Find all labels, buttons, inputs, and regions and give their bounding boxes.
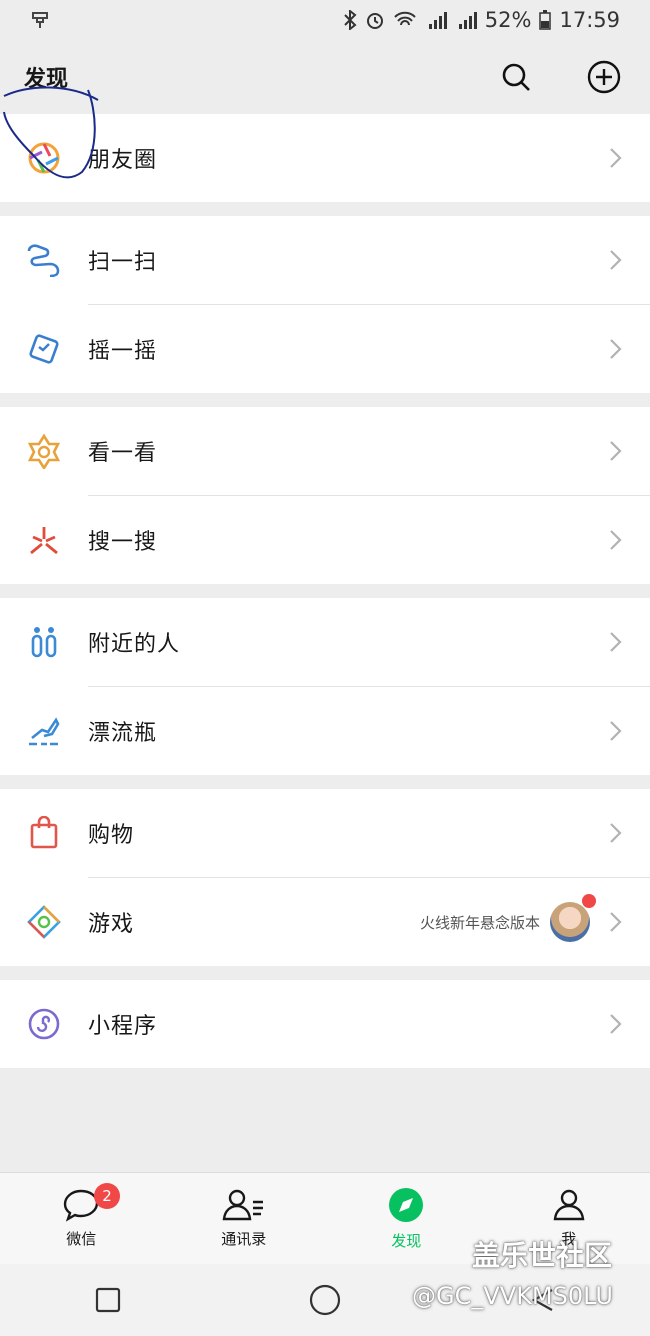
mini-programs-icon [0,980,88,1068]
clock-time: 17:59 [559,8,620,32]
circle-icon [309,1284,341,1316]
list-item-moments[interactable]: 朋友圈 [0,114,650,202]
people-nearby-icon [0,598,88,686]
compass-icon [389,1188,424,1222]
shopping-bag-icon [0,789,88,877]
search-button[interactable] [494,55,538,99]
tab-label: 通讯录 [221,1230,267,1248]
search-icon [502,63,530,91]
item-label: 看一看 [88,441,158,466]
list-item-shopping[interactable]: 购物 [0,789,650,877]
group-scan-shake: 扫一扫 摇一摇 [0,216,650,393]
chevron-right-icon [596,529,636,551]
games-promo-text: 火线新年悬念版本 [419,913,540,932]
wifi-icon [393,10,417,30]
list-item-mini-programs[interactable]: 小程序 [0,980,650,1068]
notification-icon [30,10,50,30]
tab-discover[interactable]: 发现 [325,1173,488,1264]
group-stories-search: 看一看 搜一搜 [0,407,650,584]
alarm-icon [365,10,385,30]
group-shopping-games: 购物 游戏 火线新年悬念版本 [0,789,650,966]
list-item-search[interactable]: 搜一搜 [0,496,650,584]
item-label: 附近的人 [88,632,181,657]
chevron-right-icon [596,249,636,271]
new-dot-badge [582,894,596,908]
group-mini-programs: 小程序 [0,980,650,1068]
games-icon [0,878,88,966]
list-item-people-nearby[interactable]: 附近的人 [0,598,650,686]
chevron-right-icon [596,631,636,653]
battery-percent: 52% [484,8,532,32]
plus-circle-icon [587,60,621,94]
discover-header: 发现 [0,40,650,114]
tab-contacts[interactable]: 通讯录 [163,1173,326,1264]
chevron-right-icon [596,147,636,169]
item-label: 小程序 [88,1014,158,1039]
contacts-icon [222,1189,263,1221]
tab-label: 发现 [391,1232,422,1250]
signal-4g-icon [425,10,447,30]
watermark-handle: @GC_VVKMS0LU [412,1282,613,1310]
unread-badge: 2 [94,1183,120,1209]
recents-button[interactable] [78,1270,138,1330]
list-item-top-stories[interactable]: 看一看 [0,407,650,495]
list-item-scan[interactable]: 扫一扫 [0,216,650,304]
game-avatar [550,894,596,942]
moments-icon [0,114,88,202]
chevron-right-icon [596,1013,636,1035]
watermark-title: 盖乐世社区 [472,1239,613,1272]
bluetooth-icon [343,10,357,30]
add-button[interactable] [582,55,626,99]
chevron-right-icon [596,822,636,844]
discover-list: 朋友圈 扫一扫 摇一摇 看一看 搜一搜 附近的人 漂流瓶 购物 游戏 火线新年悬… [0,114,650,1082]
top-stories-icon [0,407,88,495]
battery-icon [539,10,552,30]
list-item-drift-bottle[interactable]: 漂流瓶 [0,687,650,775]
list-item-shake[interactable]: 摇一摇 [0,305,650,393]
person-icon [553,1189,585,1221]
square-icon [96,1287,121,1313]
scan-icon [0,216,88,304]
list-item-games[interactable]: 游戏 火线新年悬念版本 [0,878,650,966]
item-label: 搜一搜 [88,530,158,555]
item-label: 购物 [88,823,135,848]
chevron-right-icon [596,720,636,742]
tab-chats[interactable]: 2 微信 [0,1173,163,1264]
home-button[interactable] [295,1270,355,1330]
group-nearby-bottle: 附近的人 漂流瓶 [0,598,650,775]
item-label: 游戏 [88,912,135,937]
group-moments: 朋友圈 [0,114,650,202]
item-label: 扫一扫 [88,250,158,275]
page-title: 发现 [24,67,69,92]
search-search-icon [0,496,88,584]
item-label: 漂流瓶 [88,721,158,746]
status-bar: 52% 17:59 [0,0,650,40]
shake-icon [0,305,88,393]
chevron-right-icon [596,440,636,462]
item-label: 摇一摇 [88,339,158,364]
chevron-right-icon [596,911,636,933]
chevron-right-icon [596,338,636,360]
item-label: 朋友圈 [88,148,158,173]
tab-label: 微信 [66,1230,97,1248]
drift-bottle-icon [0,687,88,775]
signal-3g-icon [455,10,477,30]
